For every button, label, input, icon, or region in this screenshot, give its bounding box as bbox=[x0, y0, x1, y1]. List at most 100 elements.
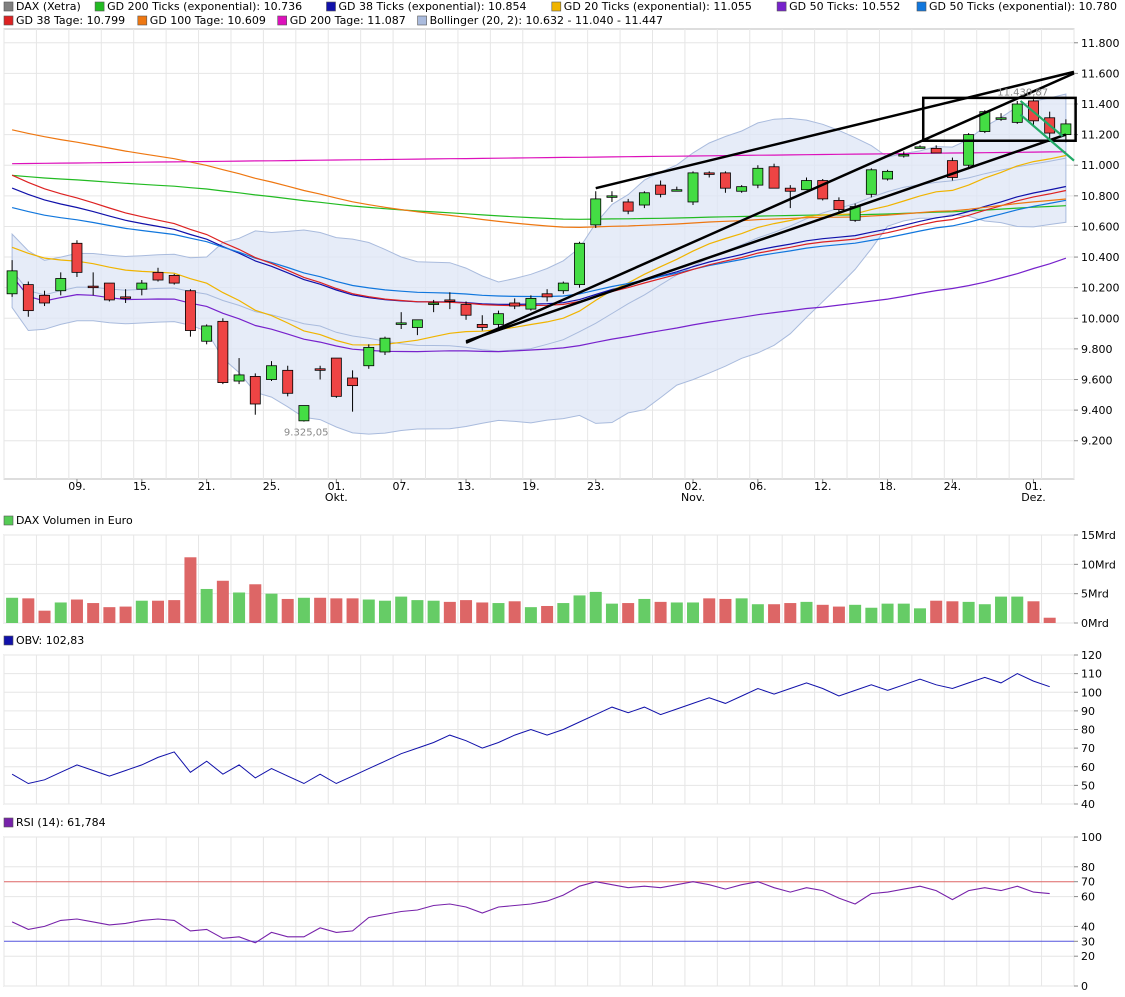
volume-bar bbox=[816, 604, 829, 623]
volume-bar bbox=[735, 598, 748, 623]
price-ytick-label: 11.000 bbox=[1081, 159, 1120, 172]
legend-label: RSI (14): 61,784 bbox=[16, 816, 106, 829]
price-ytick-label: 10.400 bbox=[1081, 251, 1120, 264]
candle-body bbox=[736, 186, 748, 192]
candle-body bbox=[914, 146, 926, 149]
volume-bar bbox=[508, 601, 521, 623]
volume-bar bbox=[573, 595, 586, 623]
volume-bar bbox=[200, 588, 213, 623]
price-annotation: 9.325,05 bbox=[284, 428, 329, 439]
volume-bar bbox=[962, 601, 975, 623]
price-xtick-label: 23. bbox=[587, 480, 605, 493]
candle-body bbox=[217, 320, 229, 383]
volume-bar bbox=[832, 606, 845, 623]
volume-bar bbox=[557, 603, 570, 623]
volume-bar bbox=[168, 600, 181, 623]
price-xtick-sublabel: Okt. bbox=[325, 491, 348, 504]
volume-bar bbox=[411, 600, 424, 623]
volume-bar bbox=[443, 601, 456, 623]
candle-body bbox=[71, 242, 83, 273]
volume-bar bbox=[589, 591, 602, 623]
dax-chart: 11.800 11.600 11.400 11.200 11.000 10.800 10.6… bbox=[3, 0, 1120, 993]
volume-bar bbox=[460, 600, 473, 623]
volume-bar bbox=[152, 600, 165, 623]
legend-label: GD 20 Ticks (exponential): 11.055 bbox=[564, 0, 752, 13]
volume-bar bbox=[719, 598, 732, 623]
price-xtick-label: 13. bbox=[457, 480, 475, 493]
volume-bar bbox=[135, 600, 148, 623]
price-xtick-label: 06. bbox=[749, 480, 767, 493]
legend-swatch bbox=[776, 1, 787, 12]
volume-bar bbox=[281, 598, 294, 623]
volume-bar bbox=[784, 603, 797, 623]
volume-frame bbox=[3, 534, 1075, 624]
volume-bar bbox=[119, 606, 132, 623]
price-ytick-label: 11.800 bbox=[1081, 37, 1120, 50]
volume-bar bbox=[978, 604, 991, 623]
obv-ytick-label: 40 bbox=[1081, 798, 1095, 811]
volume-bar bbox=[265, 593, 278, 623]
volume-bar bbox=[38, 610, 51, 623]
candle-body bbox=[541, 293, 553, 298]
price-ytick-label: 11.400 bbox=[1081, 98, 1120, 111]
rsi-ytick-label: 0 bbox=[1081, 980, 1088, 993]
legend-swatch bbox=[277, 15, 288, 26]
candle-body bbox=[347, 377, 358, 387]
price-ytick-label: 9.600 bbox=[1081, 374, 1113, 387]
volume-bar bbox=[346, 598, 359, 623]
volume-bar bbox=[1027, 601, 1040, 623]
legend-swatch bbox=[3, 1, 14, 12]
legend-swatch bbox=[94, 1, 105, 12]
candle-body bbox=[801, 180, 812, 191]
price-ytick-label: 10.800 bbox=[1081, 190, 1120, 203]
volume-bar bbox=[687, 602, 700, 623]
candle-body bbox=[298, 405, 310, 422]
volume-bar bbox=[216, 580, 229, 623]
candle-body bbox=[752, 167, 764, 186]
candle-body bbox=[6, 270, 18, 295]
candle-body bbox=[282, 369, 294, 394]
volume-bar bbox=[54, 602, 67, 623]
candle-body bbox=[233, 374, 245, 382]
legend-swatch bbox=[417, 15, 427, 26]
candle-body bbox=[574, 242, 585, 286]
price-xtick-sublabel: Dez. bbox=[1021, 491, 1046, 504]
volume-bar bbox=[995, 596, 1008, 623]
candle-body bbox=[120, 296, 132, 299]
volume-bar bbox=[768, 604, 781, 623]
volume-bar bbox=[881, 603, 894, 623]
candle-body bbox=[720, 172, 731, 189]
price-ytick-label: 11.200 bbox=[1081, 129, 1120, 142]
price-xtick-label: 24. bbox=[944, 480, 962, 493]
candle-body bbox=[995, 117, 1007, 120]
candle-body bbox=[152, 271, 164, 281]
candle-body bbox=[395, 322, 407, 325]
legend-label: GD 50 Ticks: 10.552 bbox=[789, 0, 900, 13]
rsi-ytick-label: 80 bbox=[1081, 861, 1095, 874]
candle-body bbox=[266, 365, 277, 380]
candle-body bbox=[557, 282, 569, 292]
price-xtick-label: 21. bbox=[198, 480, 216, 493]
volume-bar bbox=[524, 607, 537, 623]
volume-bar bbox=[6, 597, 19, 623]
price-annotation: 11.430,87 bbox=[997, 87, 1048, 98]
candle-body bbox=[898, 154, 910, 157]
candle-body bbox=[249, 376, 261, 405]
candle-body bbox=[606, 195, 618, 198]
candle-body bbox=[87, 285, 99, 289]
price-xtick-label: 09. bbox=[68, 480, 86, 493]
legend-swatch bbox=[551, 1, 562, 12]
obv-ytick-label: 90 bbox=[1081, 705, 1095, 718]
candle-body bbox=[590, 198, 602, 226]
volume-bar bbox=[233, 592, 246, 623]
volume-bar bbox=[897, 603, 910, 623]
volume-bar bbox=[654, 601, 667, 623]
obv-ytick-label: 100 bbox=[1081, 686, 1102, 699]
volume-bar bbox=[476, 602, 489, 623]
candle-body bbox=[411, 319, 423, 328]
volume-bar bbox=[395, 596, 408, 623]
volume-bar bbox=[103, 607, 116, 623]
obv-ytick-label: 80 bbox=[1081, 724, 1095, 737]
price-xtick-label: 12. bbox=[814, 480, 832, 493]
legend-label: GD 50 Ticks (exponential): 10.780 bbox=[929, 0, 1117, 13]
